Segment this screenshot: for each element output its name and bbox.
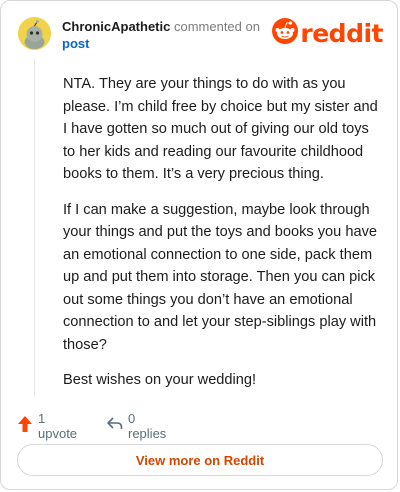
byline: ChronicApathetic commented on post bbox=[62, 18, 262, 52]
comment-paragraph: If I can make a suggestion, maybe look t… bbox=[63, 201, 377, 353]
thread-line bbox=[34, 59, 35, 397]
view-more-button[interactable]: View more on Reddit bbox=[17, 444, 383, 476]
reply-icon bbox=[106, 416, 123, 436]
comment-header: ChronicApathetic commented on post reddi… bbox=[18, 15, 383, 55]
avatar[interactable] bbox=[18, 17, 51, 50]
reddit-logo-text: reddit bbox=[300, 18, 383, 48]
action-text: commented on bbox=[173, 19, 260, 34]
upvote-arrow-icon bbox=[17, 415, 33, 438]
comment-paragraph: NTA. They are your things to do with as … bbox=[63, 76, 378, 182]
reddit-logo[interactable]: reddit bbox=[272, 18, 383, 49]
post-link[interactable]: post bbox=[62, 36, 89, 51]
replies-count: 0 replies bbox=[128, 411, 167, 441]
comment-paragraph: Best wishes on your wedding! bbox=[63, 372, 257, 388]
author-name[interactable]: ChronicApathetic bbox=[62, 19, 170, 34]
replies-button[interactable]: 0 replies bbox=[106, 411, 166, 441]
upvote-count: 1 upvote bbox=[38, 411, 78, 441]
reddit-snoo-icon bbox=[272, 18, 299, 49]
comment-body: NTA. They are your things to do with as … bbox=[63, 73, 379, 405]
upvote-button[interactable]: 1 upvote bbox=[17, 411, 77, 441]
comment-embed-card: ChronicApathetic commented on post reddi… bbox=[0, 0, 398, 490]
